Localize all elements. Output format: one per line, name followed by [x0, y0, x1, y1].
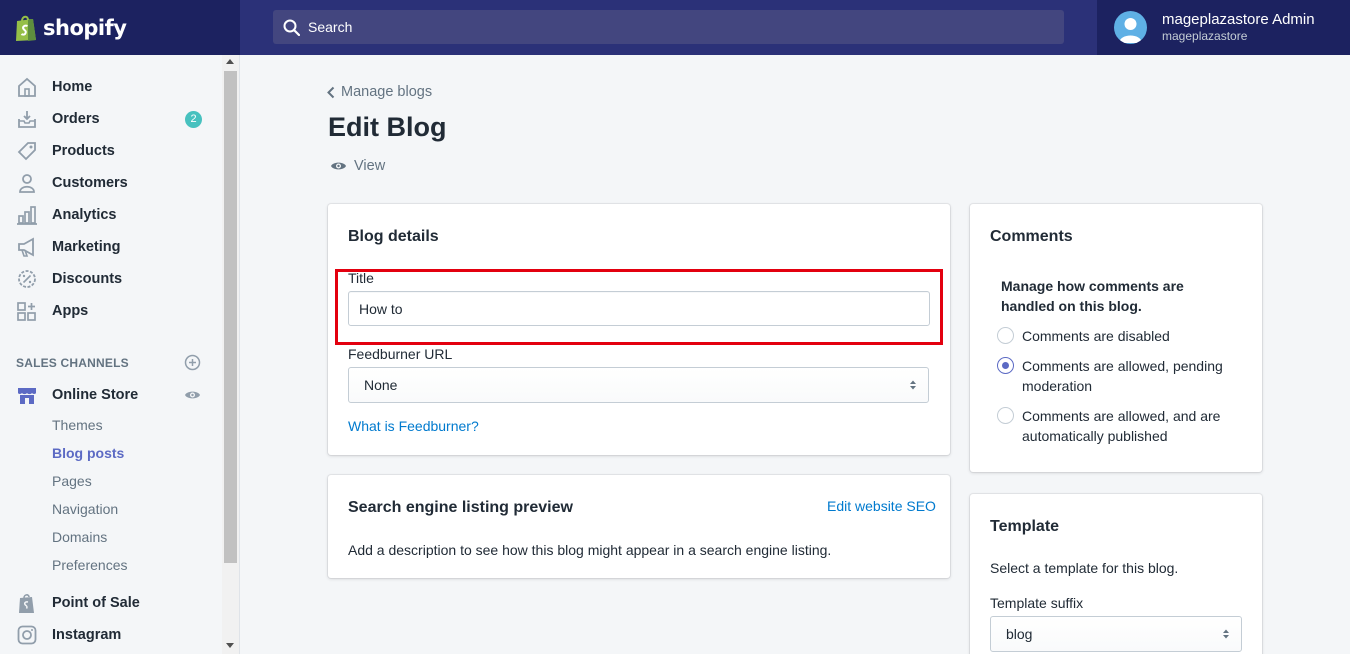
sidebar-item-orders[interactable]: Orders 2	[0, 103, 222, 135]
radio-button-checked[interactable]	[997, 357, 1014, 374]
comments-intro: Manage how comments are handled on this …	[1001, 278, 1184, 314]
chevron-left-icon	[327, 86, 335, 98]
template-suffix-value: blog	[1006, 626, 1033, 642]
sidebar-item-label: Home	[52, 79, 93, 95]
sidebar-item-label: Marketing	[52, 239, 121, 255]
sidebar-item-label: Customers	[52, 175, 128, 191]
sidebar-item-label: Orders	[52, 111, 100, 127]
sidebar-item-products[interactable]: Products	[0, 135, 222, 167]
scroll-up-arrow-icon[interactable]	[226, 59, 234, 64]
radio-button[interactable]	[997, 407, 1014, 424]
megaphone-icon	[18, 237, 34, 257]
sidebar-scrollbar-thumb[interactable]	[224, 71, 237, 563]
highlight-annotation-box	[335, 269, 943, 345]
person-icon	[19, 174, 35, 193]
avatar	[1114, 11, 1147, 44]
shopify-bag-icon	[19, 594, 34, 613]
template-heading: Template	[990, 518, 1060, 535]
sidebar-item-point-of-sale[interactable]: Point of Sale	[0, 587, 222, 619]
page-title: Edit Blog	[328, 112, 447, 142]
sidebar-item-label: Analytics	[52, 207, 117, 223]
feedburner-label: Feedburner URL	[348, 346, 453, 362]
top-bar: shopify Search mageplazastore Admin mage…	[0, 0, 1350, 55]
store-name: mageplazastore	[1162, 29, 1248, 43]
scroll-down-arrow-icon[interactable]	[226, 643, 234, 648]
user-name: mageplazastore Admin	[1162, 11, 1315, 28]
sidebar-item-customers[interactable]: Customers	[0, 167, 222, 199]
store-icon	[18, 388, 36, 404]
radio-button[interactable]	[997, 327, 1014, 344]
template-suffix-select[interactable]: blog	[990, 616, 1242, 652]
feedburner-select[interactable]: None	[348, 367, 929, 403]
sidebar-item-analytics[interactable]: Analytics	[0, 199, 222, 231]
blog-details-heading: Blog details	[348, 228, 439, 245]
search-input[interactable]: Search	[273, 10, 1064, 44]
sidebar-item-home[interactable]: Home	[0, 71, 222, 103]
search-icon	[283, 19, 300, 36]
view-link[interactable]: View	[330, 158, 385, 174]
sidebar-subitem-themes[interactable]: Themes	[52, 417, 103, 433]
user-menu[interactable]: mageplazastore Admin mageplazastore	[1097, 0, 1350, 55]
instagram-icon	[17, 625, 37, 645]
sidebar-subitem-navigation[interactable]: Navigation	[52, 501, 118, 517]
select-arrows-icon	[1223, 629, 1229, 639]
select-arrows-icon	[910, 380, 916, 390]
search-zone: Search	[240, 0, 1097, 55]
shopify-bag-icon	[16, 15, 36, 41]
sidebar-item-label: Instagram	[52, 627, 122, 643]
sidebar-item-label: Point of Sale	[52, 595, 140, 611]
apps-icon	[17, 302, 36, 321]
feedburner-selected-value: None	[364, 377, 398, 393]
sidebar-item-label: Apps	[52, 303, 89, 319]
radio-label: Comments are allowed, and are automatica…	[1022, 408, 1221, 444]
feedburner-help-link[interactable]: What is Feedburner?	[348, 418, 479, 434]
edit-website-seo-link[interactable]: Edit website SEO	[827, 498, 936, 514]
sidebar-item-discounts[interactable]: Discounts	[0, 263, 222, 295]
comments-option-disabled[interactable]: Comments are disabled	[997, 326, 1237, 346]
search-placeholder: Search	[308, 19, 353, 35]
breadcrumb[interactable]: Manage blogs	[327, 84, 432, 100]
sidebar-item-apps[interactable]: Apps	[0, 295, 222, 327]
sidebar-item-label: Discounts	[52, 271, 123, 287]
breadcrumb-label: Manage blogs	[341, 84, 433, 100]
sidebar-subitem-pages[interactable]: Pages	[52, 473, 92, 489]
seo-preview-card: Search engine listing preview	[328, 475, 950, 578]
eye-icon	[331, 162, 346, 170]
discount-icon	[18, 270, 36, 288]
template-suffix-label: Template suffix	[990, 595, 1084, 611]
tag-icon	[17, 142, 36, 161]
view-label: View	[354, 158, 386, 174]
sidebar-item-label: Products	[52, 143, 115, 159]
bar-chart-icon	[17, 206, 37, 225]
sidebar-item-instagram[interactable]: Instagram	[0, 619, 222, 651]
sidebar-item-marketing[interactable]: Marketing	[0, 231, 222, 263]
sidebar-subitem-blog-posts[interactable]: Blog posts	[52, 445, 124, 461]
template-description: Select a template for this blog.	[990, 560, 1179, 576]
shopify-logo[interactable]: shopify	[0, 0, 240, 55]
sales-channels-heading: SALES CHANNELS	[16, 356, 129, 370]
sidebar-subitem-preferences[interactable]: Preferences	[52, 557, 127, 573]
sidebar-item-label: Online Store	[52, 387, 139, 403]
view-store-eye-icon[interactable]	[184, 388, 201, 402]
brand-wordmark: shopify	[43, 15, 127, 40]
orders-icon	[18, 111, 36, 128]
comments-option-auto-published[interactable]: Comments are allowed, and are automatica…	[997, 406, 1237, 446]
person-avatar-icon	[1119, 18, 1142, 43]
sidebar-subitem-domains[interactable]: Domains	[52, 529, 107, 545]
comments-heading: Comments	[990, 228, 1073, 245]
orders-count-badge: 2	[185, 111, 202, 128]
seo-preview-heading: Search engine listing preview	[348, 499, 573, 516]
comments-option-moderated[interactable]: Comments are allowed, pending moderation	[997, 356, 1237, 396]
add-channel-icon[interactable]	[184, 354, 201, 371]
radio-label: Comments are allowed, pending moderation	[1022, 358, 1223, 394]
seo-description: Add a description to see how this blog m…	[348, 542, 832, 558]
radio-label: Comments are disabled	[1022, 328, 1170, 344]
home-icon	[18, 77, 36, 97]
